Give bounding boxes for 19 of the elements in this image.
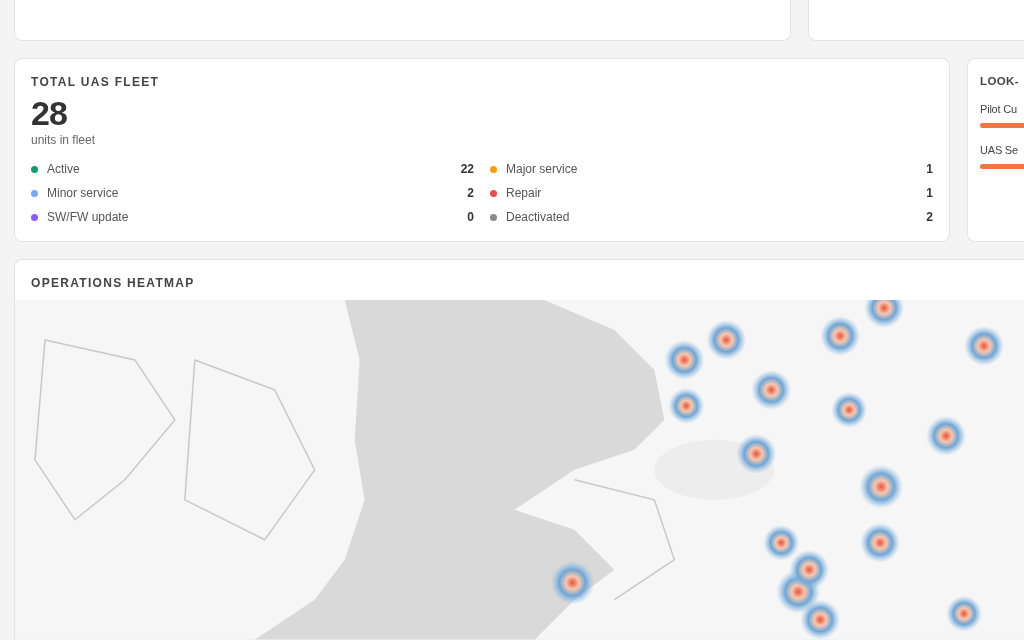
card-title: OPERATIONS HEATMAP bbox=[30, 275, 196, 293]
status-label: Deactivated bbox=[506, 210, 571, 224]
status-count: 1 bbox=[926, 162, 933, 176]
status-count: 2 bbox=[467, 186, 474, 200]
status-count: 1 bbox=[926, 186, 933, 200]
fleet-total: 28 bbox=[31, 95, 67, 131]
card-title: LOOK- bbox=[980, 75, 1021, 87]
status-label: Repair bbox=[506, 186, 543, 200]
card-title: TOTAL UAS FLEET bbox=[31, 75, 161, 89]
status-count: 2 bbox=[926, 210, 933, 224]
status-count: 0 bbox=[467, 210, 474, 224]
status-label: Active bbox=[47, 162, 81, 176]
item-label: Pilot Cu bbox=[980, 103, 1017, 115]
status-label: Minor service bbox=[47, 186, 120, 200]
status-label: Major service bbox=[506, 162, 579, 176]
status-label: SW/FW update bbox=[47, 210, 130, 224]
fleet-caption: units in fleet bbox=[31, 133, 96, 147]
item-label: UAS Se bbox=[980, 144, 1018, 156]
status-count: 22 bbox=[460, 162, 474, 176]
